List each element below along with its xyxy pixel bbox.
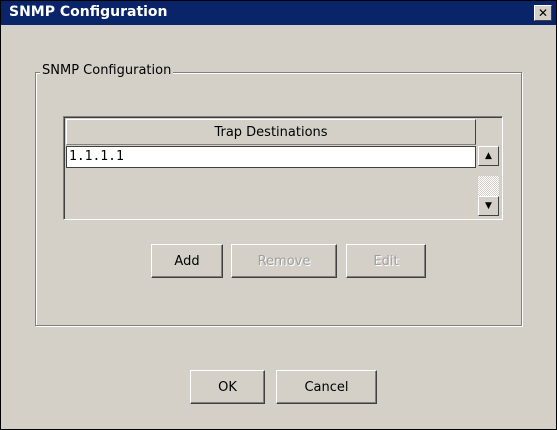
group-legend: SNMP Configuration bbox=[40, 63, 174, 78]
close-icon: ✕ bbox=[537, 6, 549, 20]
scroll-up-button[interactable]: ▲ bbox=[478, 146, 499, 166]
scroll-thumb[interactable] bbox=[478, 166, 499, 176]
remove-button[interactable]: Remove bbox=[231, 244, 337, 278]
cancel-button[interactable]: Cancel bbox=[276, 370, 377, 404]
list-empty-area bbox=[66, 168, 476, 216]
list-frame: Trap Destinations 1.1.1.1 ▲ ▼ bbox=[64, 117, 502, 219]
title-bar[interactable]: SNMP Configuration ✕ bbox=[1, 1, 556, 25]
scroll-down-arrow-icon: ▼ bbox=[485, 201, 492, 211]
edit-button[interactable]: Edit bbox=[346, 244, 426, 278]
list-item[interactable]: 1.1.1.1 bbox=[66, 146, 476, 168]
vertical-scrollbar[interactable]: ▲ ▼ bbox=[478, 146, 499, 216]
ok-button[interactable]: OK bbox=[190, 370, 265, 404]
snmp-configuration-dialog: SNMP Configuration ✕ SNMP Configuration … bbox=[0, 0, 557, 430]
window-title: SNMP Configuration bbox=[9, 4, 168, 20]
scroll-down-button[interactable]: ▼ bbox=[478, 196, 499, 216]
column-header-trap-destinations[interactable]: Trap Destinations bbox=[66, 119, 476, 145]
add-button[interactable]: Add bbox=[151, 244, 223, 278]
trap-destinations-list[interactable]: Trap Destinations 1.1.1.1 ▲ ▼ bbox=[63, 116, 503, 220]
close-button[interactable]: ✕ bbox=[534, 5, 552, 21]
scroll-up-arrow-icon: ▲ bbox=[485, 151, 492, 161]
